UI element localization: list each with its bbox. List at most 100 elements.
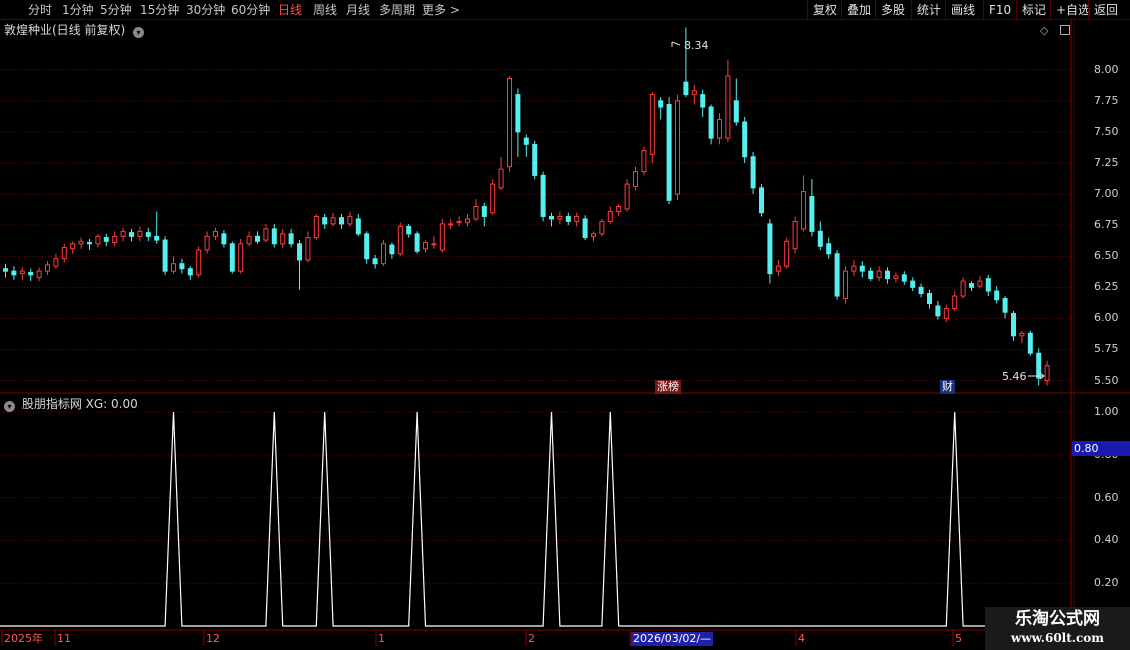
candle-body — [1019, 332, 1025, 337]
indicator-title-text: 股朋指标网 XG: 0.00 — [21, 397, 138, 411]
candle-body — [700, 94, 706, 108]
chart-canvas[interactable] — [0, 0, 1130, 650]
candle — [78, 237, 84, 249]
candle-body — [826, 243, 832, 255]
candle — [11, 266, 17, 280]
watermark-line2: www.60lt.com — [1011, 631, 1104, 645]
candle-body — [313, 215, 319, 239]
candle — [263, 223, 269, 243]
date-tick-label: 4 — [798, 632, 805, 645]
indicator-title[interactable]: ▾ 股朋指标网 XG: 0.00 — [4, 396, 138, 412]
price-tick-label: 7.25 — [1094, 155, 1119, 169]
candle — [61, 243, 67, 263]
candle — [901, 271, 907, 285]
candle — [1002, 296, 1008, 319]
stock-title[interactable]: 敦煌种业(日线 前复权) ▾ — [4, 22, 145, 38]
candle-body — [817, 230, 823, 247]
candle-body — [145, 232, 151, 237]
candle — [439, 218, 445, 253]
candle — [784, 237, 790, 269]
candle — [87, 238, 92, 251]
candle-body — [448, 223, 454, 226]
candle — [95, 233, 101, 248]
candle — [985, 274, 991, 297]
indicator-gridlines — [0, 411, 1071, 584]
candle-body — [204, 235, 210, 251]
candle-body — [11, 270, 17, 276]
candle — [607, 206, 613, 224]
candle — [549, 212, 554, 227]
diamond-icon[interactable]: ◇ — [1040, 24, 1048, 37]
price-tick-label: 6.25 — [1094, 280, 1119, 294]
low-price-marker — [1028, 372, 1045, 380]
candle — [859, 261, 865, 278]
candle — [137, 226, 143, 242]
candle-body — [717, 118, 722, 139]
candle-body — [607, 210, 613, 222]
candle-body — [935, 305, 941, 317]
chevron-down-icon[interactable]: ▾ — [4, 401, 15, 412]
candle-body — [112, 235, 118, 244]
panel-toggle-icon[interactable] — [1059, 25, 1070, 35]
candle-body — [473, 206, 479, 220]
price-tick-label: 6.00 — [1094, 311, 1119, 325]
candle-body — [616, 206, 622, 212]
candle-body — [1011, 312, 1016, 337]
candle — [103, 233, 109, 247]
watermark-line1: 乐淘公式网 — [1015, 609, 1100, 629]
candle-body — [985, 278, 991, 292]
candle — [498, 156, 504, 191]
candle — [918, 283, 924, 298]
price-tick-label: 5.50 — [1094, 373, 1119, 387]
candle-body — [851, 265, 857, 272]
candle-body — [507, 77, 512, 168]
date-tick-label: 1 — [378, 632, 385, 645]
candle-body — [271, 228, 277, 245]
candle — [952, 291, 958, 311]
candle — [691, 84, 697, 105]
candle-body — [439, 223, 445, 251]
candle-body — [666, 104, 672, 201]
candle-body — [977, 280, 983, 287]
indicator-tick-label: 0.40 — [1094, 533, 1119, 547]
candle — [238, 238, 244, 274]
candle — [305, 231, 311, 263]
candle — [599, 218, 605, 237]
candle — [935, 300, 941, 320]
candle-body — [330, 217, 336, 225]
candle — [565, 212, 571, 226]
candle — [641, 146, 647, 176]
candle-body — [431, 243, 437, 246]
finance-tag[interactable]: 财 — [940, 380, 955, 394]
candle — [28, 268, 34, 282]
limit-up-tag[interactable]: 涨榜 — [655, 380, 681, 394]
candle-body — [129, 232, 134, 237]
candle — [339, 213, 344, 229]
candle-body — [322, 217, 328, 225]
candle — [154, 211, 160, 244]
candle — [927, 289, 932, 309]
candle — [179, 258, 185, 274]
candle — [767, 218, 773, 284]
candle-body — [523, 137, 529, 145]
date-tick-label: 2025年 — [4, 632, 43, 645]
candle — [213, 227, 218, 241]
candle — [994, 286, 1000, 304]
candle-body — [414, 233, 420, 252]
candle-body — [910, 280, 916, 288]
candle-body — [641, 150, 647, 173]
candle-body — [969, 283, 974, 288]
candle — [675, 94, 680, 201]
candle-body — [1027, 332, 1033, 354]
candle — [574, 212, 580, 227]
date-tick-label: 2 — [528, 632, 535, 645]
candle-body — [355, 218, 361, 235]
candle-body — [885, 270, 890, 280]
chevron-down-icon[interactable]: ▾ — [133, 27, 145, 38]
candle — [372, 254, 378, 269]
candle-body — [347, 215, 353, 225]
candle — [196, 246, 202, 278]
candle — [851, 259, 857, 277]
candle-body — [994, 290, 1000, 301]
candle — [977, 276, 983, 289]
